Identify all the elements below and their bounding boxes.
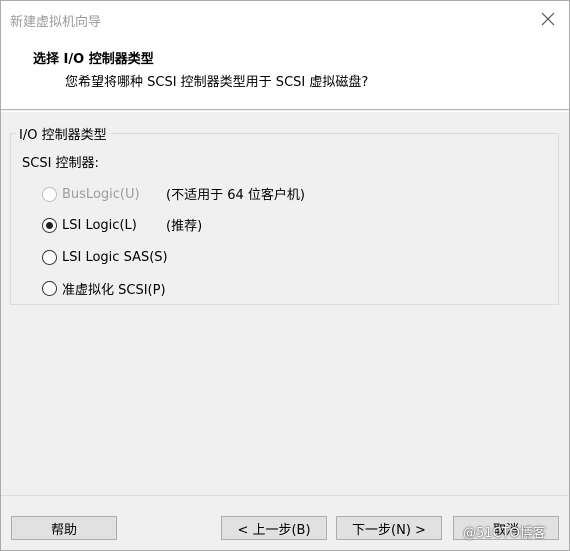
radio-pvscsi[interactable] [42, 280, 57, 296]
note-buslogic: (不适用于 64 位客户机) [166, 188, 305, 203]
radio-label-lsi-logic[interactable]: LSI Logic(L) [62, 218, 137, 233]
groupbox-legend: I/O 控制器类型 [16, 124, 110, 143]
window-title: 新建虚拟机向导 [10, 15, 102, 30]
footer-divider [1, 495, 569, 496]
radio-label-pvscsi[interactable]: 准虚拟化 SCSI(P) [62, 279, 166, 298]
new-vm-wizard-window: 新建虚拟机向导 选择 I/O 控制器类型 您希望将哪种 SCSI 控制器类型用于… [0, 0, 570, 551]
close-button[interactable] [530, 5, 566, 33]
radio-label-lsi-logic-sas[interactable]: LSI Logic SAS(S) [62, 250, 168, 265]
radio-option-buslogic: BusLogic(U) [42, 185, 140, 203]
radio-selected-dot [46, 221, 53, 229]
radio-option-lsi-logic-sas[interactable]: LSI Logic SAS(S) [42, 248, 168, 266]
header-divider [1, 111, 569, 112]
radio-lsi-logic-sas[interactable] [42, 249, 57, 265]
page-title: 选择 I/O 控制器类型 [33, 52, 154, 67]
help-button[interactable]: 帮助 [11, 516, 117, 540]
radio-label-buslogic: BusLogic(U) [62, 186, 140, 202]
page-subtitle: 您希望将哪种 SCSI 控制器类型用于 SCSI 虚拟磁盘? [65, 75, 369, 90]
note-lsi-logic: (推荐) [166, 219, 203, 234]
next-button[interactable]: 下一步(N) > [336, 516, 442, 540]
scsi-controller-label: SCSI 控制器: [22, 156, 99, 171]
radio-option-lsi-logic[interactable]: LSI Logic(L) [42, 216, 137, 234]
wizard-header: 选择 I/O 控制器类型 您希望将哪种 SCSI 控制器类型用于 SCSI 虚拟… [1, 37, 569, 110]
close-icon [541, 12, 555, 26]
radio-buslogic [42, 186, 57, 202]
radio-lsi-logic[interactable] [42, 217, 57, 233]
radio-option-pvscsi[interactable]: 准虚拟化 SCSI(P) [42, 279, 166, 298]
watermark: @51CTO博客 [463, 526, 546, 541]
title-bar: 新建虚拟机向导 [1, 1, 569, 37]
back-button[interactable]: < 上一步(B) [221, 516, 327, 540]
